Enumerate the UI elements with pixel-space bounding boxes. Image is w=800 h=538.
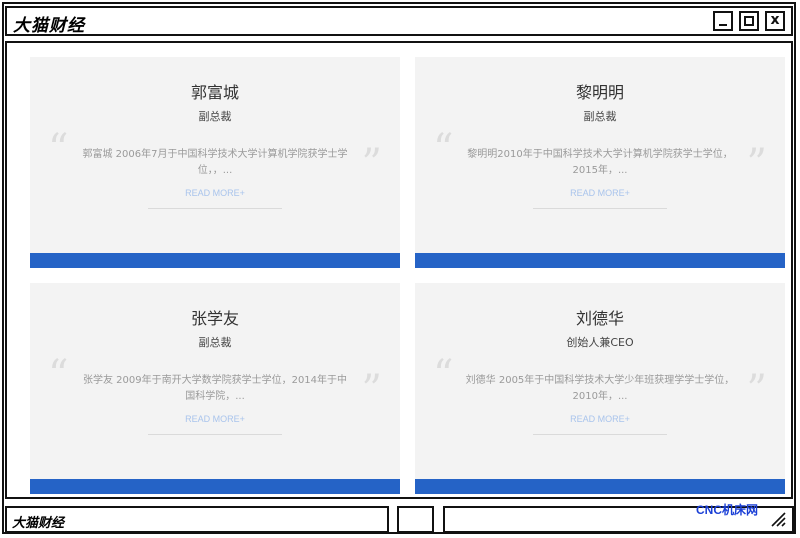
maximize-icon[interactable]: [739, 11, 759, 31]
profile-name: 黎明明: [575, 83, 624, 102]
profile-role: 副总裁: [198, 336, 232, 349]
read-more-divider: [533, 208, 667, 209]
read-more-link[interactable]: READ MORE+: [30, 188, 400, 198]
profile-name: 郭富城: [190, 83, 239, 102]
status-title: 大猫财经: [12, 516, 65, 531]
resize-grip-icon[interactable]: [770, 511, 786, 527]
read-more-divider: [148, 208, 282, 209]
profile-role: 创始人兼CEO: [566, 336, 634, 349]
profile-card: 张学友 副总裁 “ 张学友 2009年于南开大学数学院获学士学位，2014年于中…: [30, 283, 400, 494]
read-more-link[interactable]: READ MORE+: [415, 188, 785, 198]
quote-close-icon: ”: [746, 141, 767, 187]
profile-description: 郭富城 2006年7月于中国科学技术大学计算机学院获学士学位，，...: [82, 149, 348, 176]
profile-role: 副总裁: [198, 110, 232, 123]
quote-close-icon: ”: [361, 367, 382, 413]
read-more-divider: [148, 434, 282, 435]
profile-name: 刘德华: [575, 309, 624, 328]
accent-bar: [30, 253, 400, 268]
minimize-icon[interactable]: [713, 11, 733, 31]
accent-bar: [415, 253, 785, 268]
quote-open-icon: “: [48, 352, 69, 398]
content-area: 郭富城 副总裁 “ 郭富城 2006年7月于中国科学技术大学计算机学院获学士学位…: [5, 41, 793, 499]
status-bar-title-panel: 大猫财经: [5, 506, 389, 533]
profile-description: 张学友 2009年于南开大学数学院获学士学位，2014年于中国科学院，...: [82, 375, 348, 402]
status-bar-middle-panel: [397, 506, 434, 533]
profile-card: 刘德华 创始人兼CEO “ 刘德华 2005年于中国科学技术大学少年班获理学学士…: [415, 283, 785, 494]
app-title: 大猫财经: [13, 16, 85, 36]
profile-description: 刘德华 2005年于中国科学技术大学少年班获理学学士学位，2010年，...: [465, 375, 735, 402]
quote-open-icon: “: [433, 352, 454, 398]
profile-card: 郭富城 副总裁 “ 郭富城 2006年7月于中国科学技术大学计算机学院获学士学位…: [30, 57, 400, 268]
close-icon[interactable]: x: [765, 11, 785, 31]
accent-bar: [30, 479, 400, 494]
profile-name: 张学友: [190, 309, 239, 328]
accent-bar: [415, 479, 785, 494]
title-bar: 大猫财经 x: [5, 6, 793, 36]
profile-description: 黎明明2010年于中国科学技术大学计算机学院获学士学位，2015年，...: [467, 149, 733, 176]
read-more-link[interactable]: READ MORE+: [30, 414, 400, 424]
read-more-link[interactable]: READ MORE+: [415, 414, 785, 424]
quote-open-icon: “: [48, 126, 69, 172]
quote-close-icon: ”: [746, 367, 767, 413]
profile-role: 副总裁: [583, 110, 617, 123]
read-more-divider: [533, 434, 667, 435]
profile-card: 黎明明 副总裁 “ 黎明明2010年于中国科学技术大学计算机学院获学士学位，20…: [415, 57, 785, 268]
quote-open-icon: “: [433, 126, 454, 172]
quote-close-icon: ”: [361, 141, 382, 187]
watermark: CNC机床网: [696, 503, 758, 517]
